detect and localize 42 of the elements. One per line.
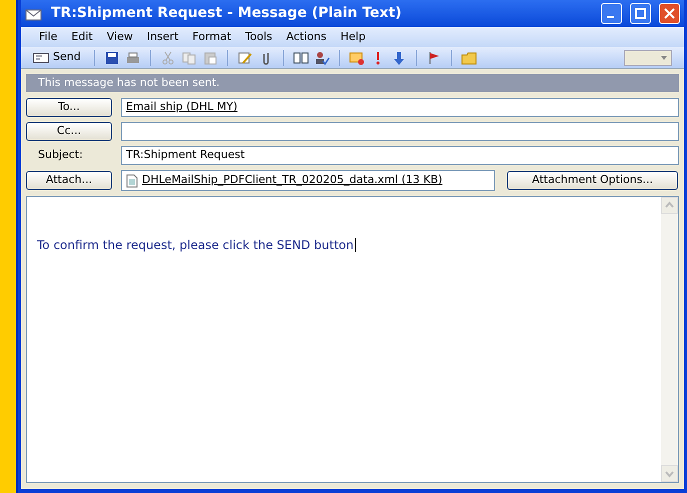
menu-item[interactable]: File [33, 28, 64, 46]
paste-icon[interactable] [202, 50, 218, 66]
send-button[interactable]: Send [29, 49, 85, 66]
cc-field[interactable] [121, 122, 679, 141]
document-icon [126, 174, 138, 188]
cc-button[interactable]: Cc... [26, 122, 112, 141]
subject-field[interactable]: TR:Shipment Request [121, 146, 679, 165]
maximize-button[interactable] [630, 3, 651, 24]
pencil-icon[interactable] [236, 50, 253, 66]
menu-item[interactable]: View [100, 28, 139, 46]
envelope-icon[interactable] [348, 50, 365, 66]
to-field[interactable]: Email ship (DHL MY) [121, 98, 679, 117]
folder-icon[interactable] [460, 50, 477, 66]
dropdown-field[interactable] [624, 50, 672, 66]
send-label: Send [53, 49, 81, 66]
attachment-options-button[interactable]: Attachment Options... [507, 171, 678, 190]
body-text: To confirm the request, please click the SEND button [37, 238, 356, 252]
envelope-icon [33, 52, 49, 62]
menu-item[interactable]: Format [186, 28, 238, 46]
to-button[interactable]: To... [26, 98, 112, 117]
close-icon [664, 8, 675, 19]
save-icon[interactable] [104, 50, 120, 66]
book-icon[interactable] [292, 50, 309, 66]
envelope-icon [25, 6, 43, 20]
window-title: TR:Shipment Request - Message (Plain Text) [51, 4, 403, 23]
close-button[interactable] [659, 3, 680, 24]
message-body[interactable]: To confirm the request, please click the SEND button [26, 196, 679, 483]
minimize-icon [606, 16, 614, 18]
menu-item[interactable]: Edit [65, 28, 99, 46]
maximize-icon [635, 8, 646, 19]
menu-item[interactable]: Help [334, 28, 372, 46]
info-bar: This message has not been sent. [26, 74, 679, 92]
person-check-icon[interactable] [314, 50, 330, 66]
caret-icon [661, 56, 667, 60]
menu-item[interactable]: Insert [140, 28, 184, 46]
printer-icon[interactable] [124, 50, 141, 66]
subject-label: Subject: [37, 147, 84, 164]
menu-item[interactable]: Tools [239, 28, 278, 46]
attachment-field[interactable]: DHLeMailShip_PDFClient_TR_020205_data.xml (13 KB) [121, 170, 495, 191]
attach-button[interactable]: Attach... [26, 171, 112, 190]
menu-item[interactable]: Actions [280, 28, 332, 46]
minimize-button[interactable] [601, 3, 622, 24]
